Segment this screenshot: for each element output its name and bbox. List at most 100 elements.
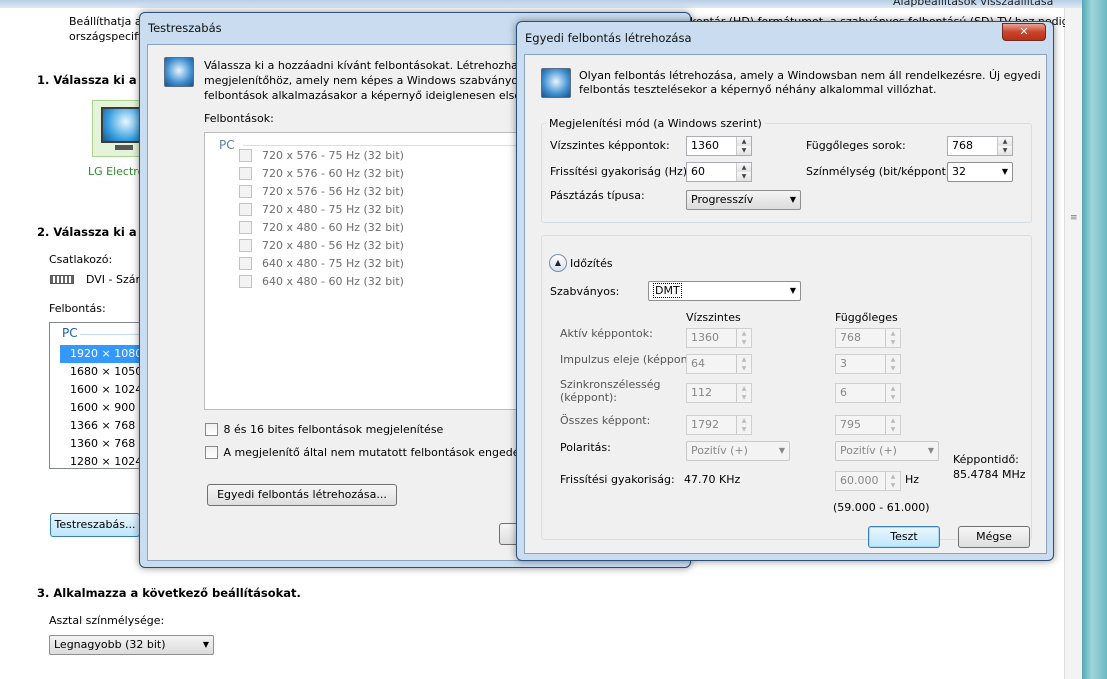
resolution-list-item[interactable]: 1366 × 768 — [60, 417, 148, 435]
spin-up-icon[interactable]: ▲ — [737, 329, 751, 338]
cancel-button[interactable]: Mégse — [958, 526, 1030, 548]
spin-up-icon[interactable]: ▲ — [886, 416, 900, 425]
timing-row-label: Impulzus eleje (képpont): — [560, 353, 700, 366]
resolution-list-item[interactable]: 1680 × 1050 — [60, 363, 148, 381]
spin-down-icon[interactable]: ▼ — [886, 364, 900, 373]
spin-up-icon[interactable]: ▲ — [886, 472, 900, 481]
horizontal-timing-spinner[interactable]: 112 ▲ ▼ — [686, 383, 752, 403]
resolutions-list[interactable]: PC 720 x 576 - 75 Hz (32 bit) 720 x 576 -… — [204, 132, 525, 410]
spin-down-icon[interactable]: ▼ — [737, 338, 751, 347]
resolution-checkbox[interactable] — [239, 274, 252, 288]
standard-select[interactable]: DMT ▼ — [648, 281, 801, 301]
checkbox-8-16-bit-row[interactable]: 8 és 16 bites felbontások megjelenítése — [205, 422, 443, 436]
resolutions-group-header: PC — [219, 138, 235, 152]
spin-up-icon[interactable]: ▲ — [886, 329, 900, 338]
h-pixels-spinner[interactable]: 1360 ▲ ▼ — [686, 136, 752, 156]
resolution-checkbox[interactable] — [239, 238, 252, 252]
resolution-checkbox-row[interactable]: 720 x 480 - 56 Hz (32 bit) — [239, 238, 404, 252]
spin-up-icon[interactable]: ▲ — [886, 384, 900, 393]
spin-up-icon[interactable]: ▲ — [737, 355, 751, 364]
resolution-list[interactable]: PC 1920 × 1080 (1680 × 1050 1600 × 1024 16… — [49, 322, 149, 469]
resolution-checkbox[interactable] — [239, 148, 252, 162]
group-divider — [243, 145, 525, 146]
color-depth-select[interactable]: Legnagyobb (32 bit) ▼ — [49, 635, 214, 655]
spin-up-icon[interactable]: ▲ — [886, 355, 900, 364]
spin-buttons[interactable]: ▲ ▼ — [997, 137, 1012, 155]
refresh-rate-spinner[interactable]: 60 ▲ ▼ — [686, 162, 752, 182]
checkbox-8-16-bit[interactable] — [205, 422, 218, 436]
spin-down-icon[interactable]: ▼ — [737, 425, 751, 434]
close-button[interactable]: ✕ — [1002, 23, 1046, 41]
custom-resolution-dialog: Egyedi felbontás létrehozása ✕ Olyan fel… — [516, 21, 1054, 561]
spin-up-icon[interactable]: ▲ — [998, 137, 1012, 146]
spin-up-icon[interactable]: ▲ — [737, 384, 751, 393]
horizontal-timing-spinner[interactable]: 64 ▲ ▼ — [686, 354, 752, 374]
vertical-refresh-spinner[interactable]: 60.000 ▲ ▼ — [835, 471, 901, 491]
spin-up-icon[interactable]: ▲ — [737, 416, 751, 425]
spin-down-icon[interactable]: ▼ — [737, 393, 751, 402]
resolution-list-item[interactable]: 1280 × 1024 — [60, 453, 148, 468]
spin-down-icon[interactable]: ▼ — [886, 338, 900, 347]
resolution-list-item[interactable]: 1600 × 1024 — [60, 381, 148, 399]
horizontal-refresh-value: 47.70 KHz — [684, 473, 741, 486]
v-lines-spinner[interactable]: 768 ▲ ▼ — [947, 136, 1013, 156]
spin-down-icon[interactable]: ▼ — [737, 364, 751, 373]
horizontal-timing-spinner[interactable]: 1360 ▲ ▼ — [686, 328, 752, 348]
vertical-timing-spinner[interactable]: 795 ▲ ▼ — [835, 415, 901, 435]
vertical-timing-spinner[interactable]: 768 ▲ ▼ — [835, 328, 901, 348]
spin-down-icon[interactable]: ▼ — [737, 172, 751, 181]
spin-buttons[interactable]: ▲ ▼ — [885, 416, 900, 434]
resolution-list-item[interactable]: 1360 × 768 — [60, 435, 148, 453]
spin-down-icon[interactable]: ▼ — [737, 146, 751, 155]
spin-down-icon[interactable]: ▼ — [886, 393, 900, 402]
horizontal-timing-spinner[interactable]: 1792 ▲ ▼ — [686, 415, 752, 435]
polarity-v-select[interactable]: Pozitív (+) ▼ — [835, 441, 939, 461]
spin-up-icon[interactable]: ▲ — [737, 163, 751, 172]
resolution-checkbox-row[interactable]: 720 x 480 - 75 Hz (32 bit) — [239, 202, 404, 216]
spin-buttons[interactable]: ▲ ▼ — [736, 163, 751, 181]
spin-buttons[interactable]: ▲ ▼ — [885, 472, 900, 490]
spin-down-icon[interactable]: ▼ — [886, 481, 900, 490]
resolution-checkbox-row[interactable]: 720 x 576 - 56 Hz (32 bit) — [239, 184, 404, 198]
color-depth-select[interactable]: 32 ▼ — [947, 162, 1013, 182]
resolution-checkbox[interactable] — [239, 184, 252, 198]
spin-buttons[interactable]: ▲ ▼ — [736, 329, 751, 347]
resolution-list-item[interactable]: 1920 × 1080 ( — [60, 345, 148, 363]
resolution-list-item[interactable]: 1600 × 900 — [60, 399, 148, 417]
resolution-checkbox-row[interactable]: 720 x 576 - 60 Hz (32 bit) — [239, 166, 404, 180]
spin-down-icon[interactable]: ▼ — [998, 146, 1012, 155]
resolution-checkbox[interactable] — [239, 202, 252, 216]
timing-value: 768 — [840, 331, 861, 344]
spin-buttons[interactable]: ▲ ▼ — [885, 355, 900, 373]
spin-buttons[interactable]: ▲ ▼ — [885, 384, 900, 402]
spin-buttons[interactable]: ▲ ▼ — [885, 329, 900, 347]
timing-collapse-toggle[interactable]: ▲ — [549, 254, 567, 272]
restore-defaults-link[interactable]: Alapbeállítások visszaállítása — [893, 0, 1053, 8]
resolution-checkbox[interactable] — [239, 256, 252, 270]
resolution-checkbox[interactable] — [239, 220, 252, 234]
resolution-checkbox-row[interactable]: 720 x 576 - 75 Hz (32 bit) — [239, 148, 404, 162]
spin-buttons[interactable]: ▲ ▼ — [736, 355, 751, 373]
create-custom-resolution-button[interactable]: Egyedi felbontás létrehozása... — [207, 484, 397, 506]
spin-buttons[interactable]: ▲ ▼ — [736, 416, 751, 434]
resolution-checkbox-label: 720 x 576 - 60 Hz (32 bit) — [262, 166, 404, 180]
refresh-rate-label: Frissítési gyakoriság (Hz): — [550, 165, 691, 178]
resolution-checkbox-row[interactable]: 640 x 480 - 60 Hz (32 bit) — [239, 274, 404, 288]
vertical-timing-spinner[interactable]: 3 ▲ ▼ — [835, 354, 901, 374]
customize-button[interactable]: Testreszabás... — [50, 513, 140, 537]
resolution-checkbox-row[interactable]: 720 x 480 - 60 Hz (32 bit) — [239, 220, 404, 234]
checkbox-unsupported[interactable] — [205, 445, 218, 459]
resolution-checkbox-row[interactable]: 640 x 480 - 75 Hz (32 bit) — [239, 256, 404, 270]
spin-buttons[interactable]: ▲ ▼ — [736, 384, 751, 402]
polarity-h-select[interactable]: Pozitív (+) ▼ — [686, 441, 790, 461]
test-button[interactable]: Teszt — [868, 526, 940, 548]
spin-buttons[interactable]: ▲ ▼ — [736, 137, 751, 155]
vertical-timing-spinner[interactable]: 6 ▲ ▼ — [835, 383, 901, 403]
monitor-tile[interactable] — [92, 100, 143, 157]
checkbox-unsupported-row[interactable]: A megjelenítő által nem mutatott felbont… — [205, 445, 561, 459]
background-scrollbar[interactable]: ≡ — [1064, 8, 1082, 679]
spin-down-icon[interactable]: ▼ — [886, 425, 900, 434]
spin-up-icon[interactable]: ▲ — [737, 137, 751, 146]
resolution-checkbox[interactable] — [239, 166, 252, 180]
scan-type-select[interactable]: Progresszív ▼ — [686, 190, 801, 210]
